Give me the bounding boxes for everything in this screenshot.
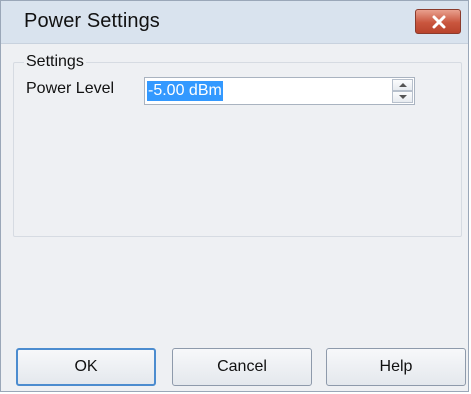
close-icon — [432, 15, 446, 29]
power-level-spinner[interactable]: -5.00 dBm — [144, 77, 415, 105]
power-settings-dialog: Power Settings Settings Power Level -5.0… — [0, 0, 469, 392]
power-level-label: Power Level — [26, 80, 115, 97]
ok-button[interactable]: OK — [16, 348, 156, 386]
chevron-up-icon — [399, 83, 407, 87]
spin-buttons — [392, 79, 413, 103]
spin-up-button[interactable] — [392, 79, 413, 91]
close-button[interactable] — [415, 9, 461, 34]
spin-down-button[interactable] — [392, 91, 413, 103]
settings-group-label: Settings — [24, 53, 86, 71]
help-button[interactable]: Help — [326, 348, 466, 386]
chevron-down-icon — [399, 95, 407, 99]
power-level-input[interactable] — [146, 79, 390, 103]
window-title: Power Settings — [24, 10, 160, 32]
title-bar[interactable]: Power Settings — [1, 1, 468, 44]
cancel-button[interactable]: Cancel — [172, 348, 312, 386]
